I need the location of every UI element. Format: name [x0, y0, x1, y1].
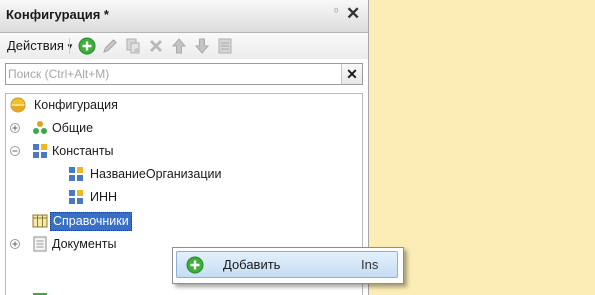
accelerator-key: Д: [223, 257, 232, 272]
app-window: Конфигурация * ⁰ ✕ Действия▼: [0, 0, 595, 295]
tree-node-label: ИНН: [90, 190, 118, 204]
clear-search-button[interactable]: ✕: [341, 64, 362, 84]
edit-icon[interactable]: [101, 37, 119, 55]
tree-node-label: Общие: [52, 121, 94, 135]
context-menu-add-shortcut: Ins: [361, 257, 379, 272]
tree-node-constant-organization-name[interactable]: НазваниеОрганизации: [68, 163, 348, 185]
collapse-minus-icon[interactable]: [10, 146, 20, 156]
tree-node-label: НазваниеОрганизации: [90, 167, 222, 181]
tree-node-constant-inn[interactable]: ИНН: [68, 186, 348, 208]
panel-title: Конфигурация *: [6, 7, 109, 22]
toolbar-separator: [69, 38, 70, 54]
common-objects-icon: [33, 121, 47, 134]
tree-node-label: Константы: [52, 144, 114, 158]
context-menu: Добавить Ins: [172, 247, 404, 284]
tree-node-configuration[interactable]: Конфигурация: [10, 94, 350, 116]
constant-icon: [69, 167, 83, 181]
move-up-icon[interactable]: [170, 37, 188, 55]
search-field: ✕: [5, 63, 363, 85]
pin-icon[interactable]: ⁰: [334, 6, 338, 19]
expand-plus-icon[interactable]: [10, 123, 20, 133]
add-icon: [186, 256, 204, 274]
constant-icon: [69, 190, 83, 204]
catalogs-icon: [32, 214, 48, 228]
tree-node-label: Документы: [52, 237, 117, 251]
context-menu-add-label: Добавить: [223, 257, 280, 272]
configuration-icon: [10, 97, 26, 113]
tree-node-catalogs[interactable]: Справочники: [10, 210, 350, 232]
constants-icon: [33, 144, 47, 158]
search-input[interactable]: [8, 66, 328, 82]
toolbar: Действия▼: [0, 33, 368, 59]
tree-node-common[interactable]: Общие: [10, 117, 350, 139]
copy-icon[interactable]: [124, 37, 142, 55]
list-icon[interactable]: [216, 37, 234, 55]
tree-node-constants[interactable]: Константы: [10, 140, 350, 162]
label-rest: обавить: [231, 257, 281, 272]
move-down-icon[interactable]: [193, 37, 211, 55]
close-icon[interactable]: ✕: [346, 4, 360, 24]
add-icon[interactable]: [78, 37, 96, 55]
expand-plus-icon[interactable]: [10, 239, 20, 249]
delete-icon[interactable]: [147, 37, 165, 55]
actions-label: Действия: [7, 38, 64, 53]
context-menu-add[interactable]: Добавить Ins: [176, 251, 398, 278]
panel-title-bar: Конфигурация * ⁰ ✕: [0, 0, 368, 33]
actions-menu-button[interactable]: Действия▼: [7, 38, 74, 53]
tree-node-label: Конфигурация: [34, 98, 118, 112]
tree-node-label-selected: Справочники: [50, 212, 132, 231]
documents-icon: [33, 236, 47, 252]
